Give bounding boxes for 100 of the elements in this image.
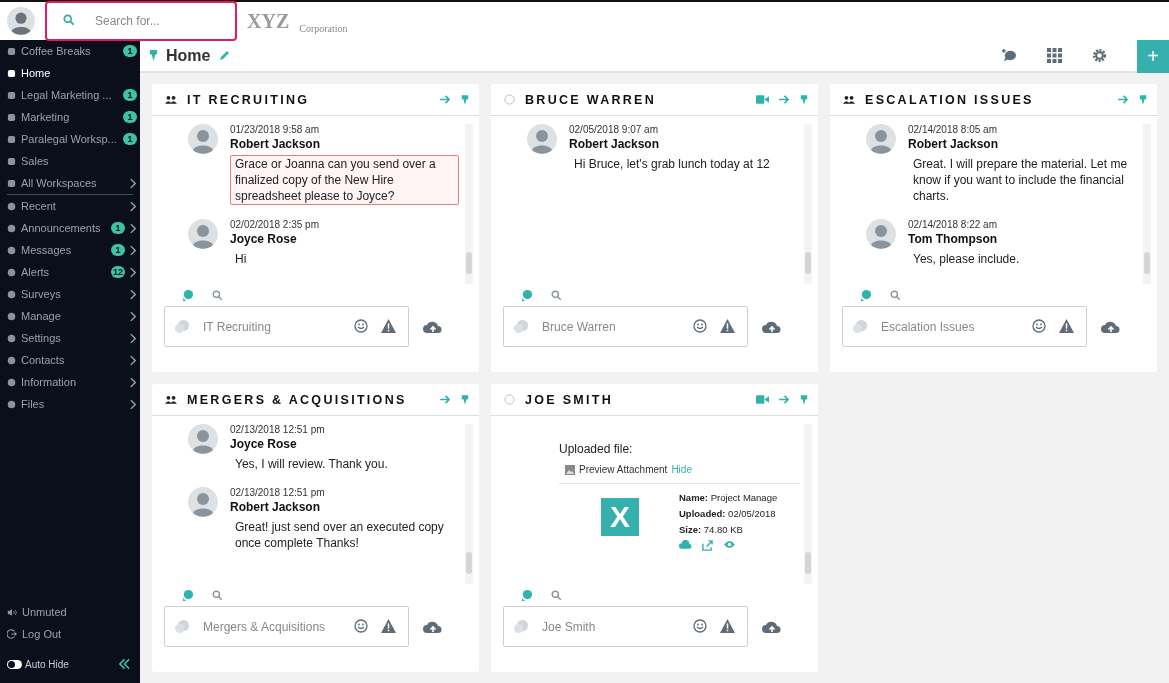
chat-bubble-icon[interactable]: [520, 588, 533, 602]
group-icon: [165, 95, 177, 104]
search-icon[interactable]: [551, 589, 562, 601]
menu-item[interactable]: Recent: [7, 195, 137, 217]
settings-icon[interactable]: [1092, 48, 1107, 63]
message-text: Great. I will prepare the material. Let me know if you want to include the financial charts.: [912, 156, 1129, 205]
workspace-item[interactable]: Legal Marketing ... 1: [7, 84, 137, 106]
chat-bubble-icon[interactable]: [520, 288, 533, 302]
message-author: Tom Thompson: [908, 232, 999, 246]
chat-bubble-icon[interactable]: [181, 588, 194, 602]
menu-item[interactable]: Messages 1: [7, 239, 137, 261]
scrollbar[interactable]: [465, 124, 473, 284]
message-time: 02/05/2018 9:07 am: [569, 124, 659, 135]
arrow-right-icon[interactable]: [779, 95, 790, 104]
arrow-right-icon[interactable]: [779, 395, 790, 404]
image-icon: [565, 464, 575, 475]
smiley-icon[interactable]: [1032, 319, 1046, 333]
chevron-right-icon: [130, 354, 137, 366]
cloud-upload-icon[interactable]: [423, 619, 443, 634]
smiley-icon[interactable]: [354, 319, 368, 333]
chat-bubble-icon[interactable]: [181, 288, 194, 302]
auto-hide-toggle[interactable]: [7, 659, 22, 669]
chevron-right-icon: [130, 398, 137, 410]
search-icon[interactable]: [212, 289, 223, 301]
spreadsheet-file-icon: X: [601, 498, 639, 536]
chat-bubble-icon[interactable]: [859, 288, 872, 302]
panel-title: JOE SMITH: [525, 392, 614, 407]
workspace-item[interactable]: Home: [7, 62, 137, 84]
grid-icon[interactable]: [1047, 48, 1062, 63]
pin-icon[interactable]: [461, 393, 469, 406]
collapse-icon[interactable]: [118, 658, 131, 670]
menu-item[interactable]: Announcements 1: [7, 217, 137, 239]
warning-icon[interactable]: [381, 319, 396, 333]
logo-subtitle: Corporation: [299, 22, 348, 34]
count-badge: 12: [111, 266, 125, 278]
video-camera-icon[interactable]: [756, 95, 769, 104]
search-icon[interactable]: [890, 289, 901, 301]
smiley-icon[interactable]: [693, 319, 707, 333]
warning-icon[interactable]: [381, 619, 396, 633]
scrollbar[interactable]: [465, 424, 473, 584]
chevron-right-icon: [130, 376, 137, 388]
search-field[interactable]: Search for...: [45, 1, 237, 41]
message-input[interactable]: Joe Smith: [503, 606, 748, 647]
panel-title: ESCALATION ISSUES: [865, 92, 1034, 107]
new-chat-icon[interactable]: [1000, 48, 1017, 63]
chat-bubbles-icon: [852, 319, 869, 334]
menu-item[interactable]: Manage: [7, 305, 137, 327]
pencil-icon[interactable]: [218, 49, 231, 62]
scrollbar[interactable]: [1143, 124, 1151, 284]
smiley-icon[interactable]: [693, 619, 707, 633]
message-text: Yes, please include.: [912, 251, 1021, 268]
message-author: Robert Jackson: [230, 500, 322, 514]
menu-item[interactable]: Settings: [7, 327, 137, 349]
footer-item[interactable]: Unmuted: [7, 601, 137, 623]
video-camera-icon[interactable]: [756, 395, 769, 404]
group-icon: [843, 95, 855, 104]
message-time: 02/02/2018 2:35 pm: [230, 219, 320, 230]
warning-icon[interactable]: [1059, 319, 1074, 333]
pin-icon[interactable]: [800, 393, 808, 406]
count-badge: 1: [111, 244, 125, 256]
workspace-item[interactable]: Marketing 1: [7, 106, 137, 128]
menu-item[interactable]: Contacts: [7, 349, 137, 371]
message-input[interactable]: IT Recruiting: [164, 306, 409, 347]
cloud-download-icon[interactable]: [679, 540, 692, 550]
arrow-right-icon[interactable]: [440, 95, 451, 104]
pin-icon[interactable]: [461, 93, 469, 106]
message-input[interactable]: Bruce Warren: [503, 306, 748, 347]
pin-icon[interactable]: [1139, 93, 1147, 106]
workspace-item[interactable]: Paralegal Worksp... 1: [7, 128, 137, 150]
menu-item[interactable]: Alerts 12: [7, 261, 137, 283]
cloud-upload-icon[interactable]: [762, 319, 782, 334]
scrollbar[interactable]: [804, 424, 812, 584]
arrow-right-icon[interactable]: [1118, 95, 1129, 104]
message-time: 02/13/2018 12:51 pm: [230, 487, 326, 498]
message-time: 02/14/2018 8:05 am: [908, 124, 998, 135]
workspace-item[interactable]: All Workspaces: [7, 172, 137, 194]
cloud-upload-icon[interactable]: [1101, 319, 1121, 334]
share-icon[interactable]: [702, 540, 713, 551]
avatar-silhouette: [866, 124, 896, 154]
cloud-upload-icon[interactable]: [423, 319, 443, 334]
pin-icon[interactable]: [800, 93, 808, 106]
warning-icon[interactable]: [720, 319, 735, 333]
footer-item[interactable]: Log Out: [7, 623, 137, 645]
message-time: 02/14/2018 8:22 am: [908, 219, 998, 230]
message-input[interactable]: Mergers & Acquisitions: [164, 606, 409, 647]
warning-icon[interactable]: [720, 619, 735, 633]
scrollbar[interactable]: [804, 124, 812, 284]
smiley-icon[interactable]: [354, 619, 368, 633]
menu-item[interactable]: Information: [7, 371, 137, 393]
user-avatar[interactable]: [7, 7, 35, 35]
workspace-item[interactable]: Sales: [7, 150, 137, 172]
search-icon[interactable]: [212, 589, 223, 601]
menu-item[interactable]: Files: [7, 393, 137, 415]
menu-item[interactable]: Surveys: [7, 283, 137, 305]
cloud-upload-icon[interactable]: [762, 619, 782, 634]
message-input[interactable]: Escalation Issues: [842, 306, 1087, 347]
arrow-right-icon[interactable]: [440, 395, 451, 404]
eye-icon[interactable]: [723, 540, 736, 549]
workspace-item[interactable]: Coffee Breaks 1: [7, 40, 137, 62]
search-icon[interactable]: [551, 289, 562, 301]
